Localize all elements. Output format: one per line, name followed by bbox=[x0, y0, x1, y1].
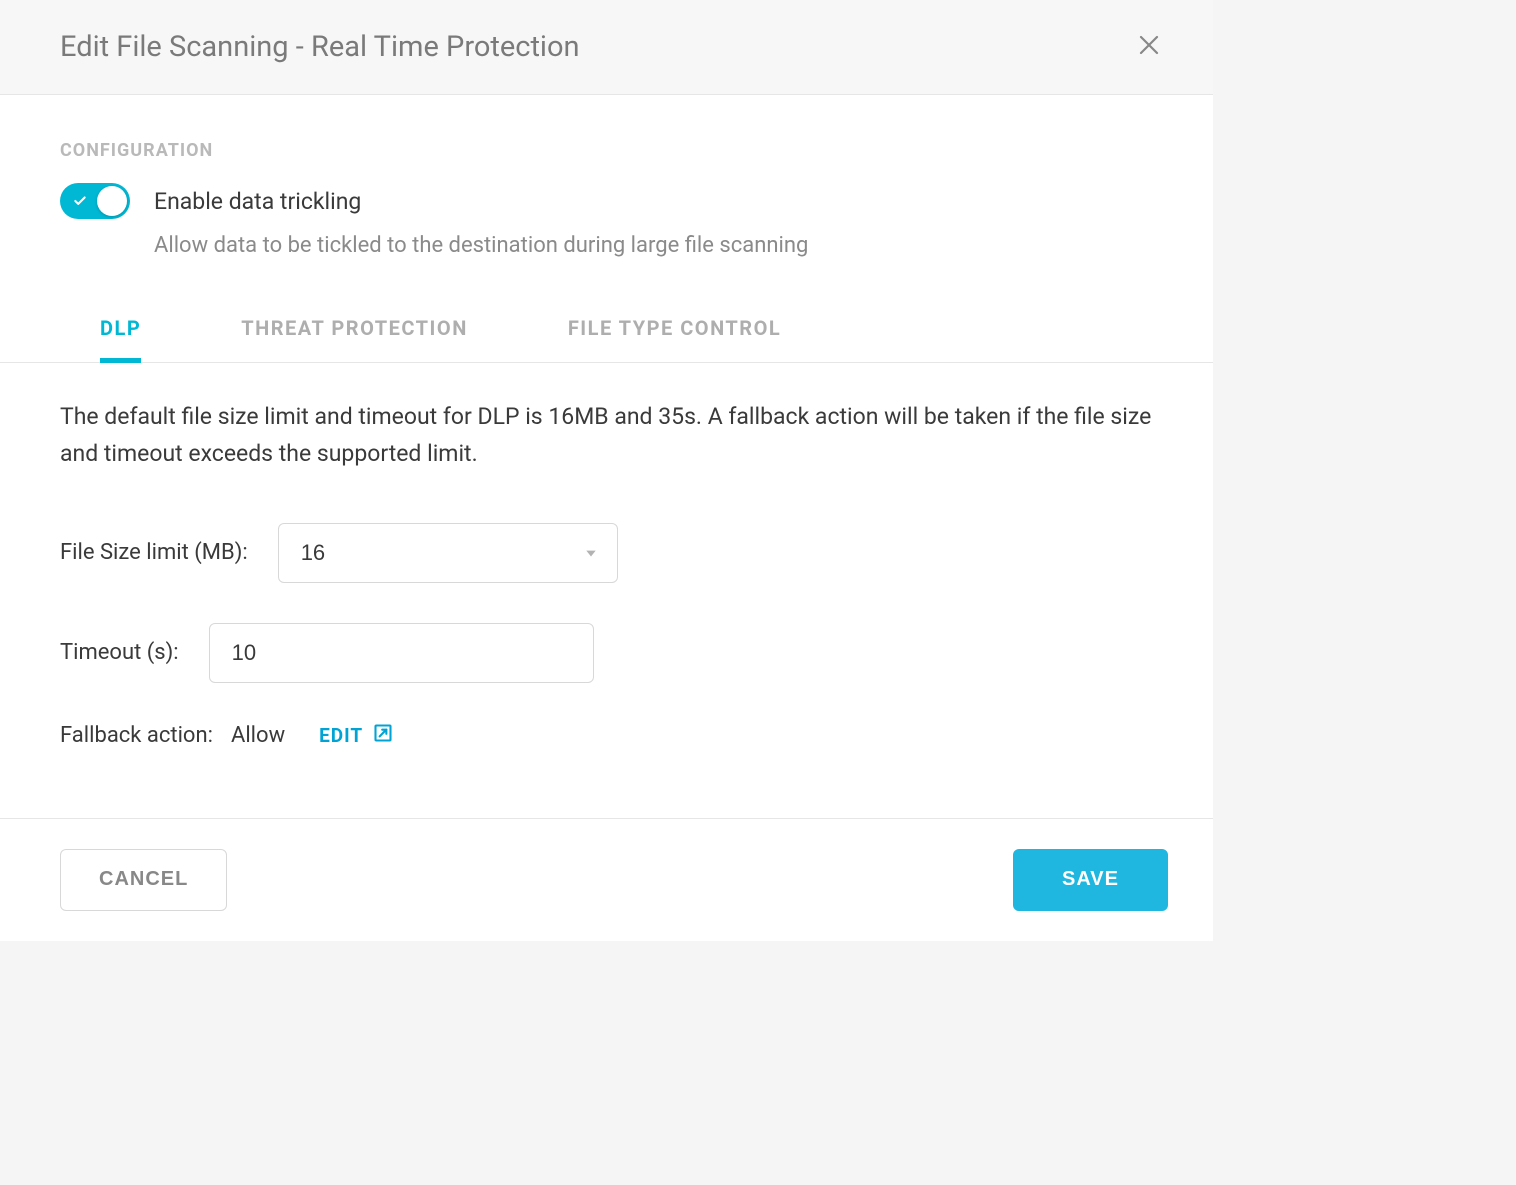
close-icon bbox=[1137, 33, 1161, 61]
file-size-label: File Size limit (MB): bbox=[60, 540, 248, 565]
tab-threat-protection[interactable]: THREAT PROTECTION bbox=[241, 298, 468, 363]
enable-trickling-toggle[interactable] bbox=[60, 183, 130, 219]
toggle-knob bbox=[97, 186, 127, 216]
file-size-select[interactable] bbox=[278, 523, 618, 583]
configuration-section-label: CONFIGURATION bbox=[60, 140, 1153, 161]
save-button[interactable]: SAVE bbox=[1013, 849, 1168, 911]
timeout-label: Timeout (s): bbox=[60, 640, 179, 665]
fallback-value: Allow bbox=[231, 723, 285, 748]
external-link-icon bbox=[363, 723, 393, 748]
cancel-button[interactable]: CANCEL bbox=[60, 849, 227, 911]
fallback-row: Fallback action: Allow EDIT bbox=[60, 723, 1153, 748]
tab-file-type-control[interactable]: FILE TYPE CONTROL bbox=[568, 298, 781, 363]
dlp-description: The default file size limit and timeout … bbox=[60, 399, 1153, 473]
modal-header: Edit File Scanning - Real Time Protectio… bbox=[0, 0, 1213, 95]
file-size-row: File Size limit (MB): bbox=[60, 523, 1153, 583]
tabs: DLP THREAT PROTECTION FILE TYPE CONTROL bbox=[0, 298, 1213, 363]
timeout-row: Timeout (s): bbox=[60, 623, 1153, 683]
edit-fallback-link[interactable]: EDIT bbox=[319, 723, 393, 748]
enable-trickling-description: Allow data to be tickled to the destinat… bbox=[154, 233, 1153, 258]
close-button[interactable] bbox=[1135, 33, 1163, 61]
enable-trickling-label: Enable data trickling bbox=[154, 188, 361, 215]
edit-link-label: EDIT bbox=[319, 724, 363, 747]
fallback-label: Fallback action: bbox=[60, 723, 213, 748]
file-size-input[interactable] bbox=[278, 523, 618, 583]
edit-file-scanning-modal: Edit File Scanning - Real Time Protectio… bbox=[0, 0, 1213, 941]
enable-trickling-row: Enable data trickling bbox=[60, 183, 1153, 219]
dlp-tab-content: The default file size limit and timeout … bbox=[60, 363, 1153, 818]
modal-body: CONFIGURATION Enable data trickling Allo… bbox=[0, 95, 1213, 818]
modal-title: Edit File Scanning - Real Time Protectio… bbox=[60, 30, 580, 64]
check-icon bbox=[73, 194, 87, 208]
modal-footer: CANCEL SAVE bbox=[0, 818, 1213, 941]
tab-dlp[interactable]: DLP bbox=[100, 298, 141, 363]
timeout-input[interactable] bbox=[209, 623, 594, 683]
